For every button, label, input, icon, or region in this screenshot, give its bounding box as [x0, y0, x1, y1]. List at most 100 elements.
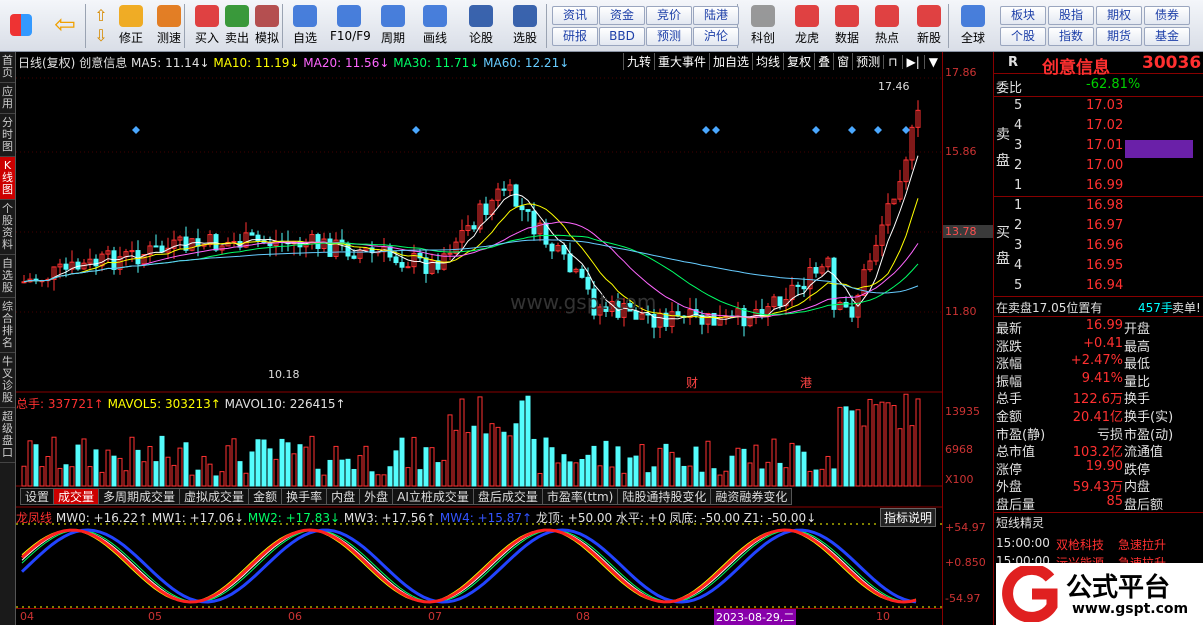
dragon-top-value: 龙顶: +50.00 — [535, 511, 613, 525]
chart-tool-3[interactable]: 均线 — [752, 53, 783, 70]
indicator-tab-3[interactable]: 虚拟成交量 — [179, 488, 250, 505]
sell-price: 17.03 — [1086, 98, 1124, 113]
back-arrow-icon[interactable]: ⇦ — [50, 2, 80, 50]
chart-tool-2[interactable]: 加自选 — [709, 53, 752, 70]
indicator-tab-8[interactable]: AI立桩成交量 — [392, 488, 474, 505]
toolbar-kechuang-button[interactable]: 科创 — [744, 2, 782, 50]
quick-button[interactable]: 陆港 — [693, 6, 739, 25]
toolbar-clock-button[interactable]: 测速 — [150, 2, 188, 50]
toolbar-star-button[interactable]: 自选 — [286, 2, 324, 50]
up-down-arrow-icon — [119, 5, 143, 27]
market-button[interactable]: 板块 — [1000, 6, 1046, 25]
volume-bar — [807, 470, 813, 487]
volume-bar — [225, 445, 231, 487]
volume-bar — [165, 456, 171, 487]
grid-menu-icon[interactable] — [6, 2, 36, 50]
axis-ind-3: -54.97 — [945, 592, 981, 605]
indicator-wave — [21, 529, 917, 603]
event-marker-finance[interactable]: 财 — [686, 374, 698, 391]
volume-bar — [315, 468, 321, 487]
quick-button[interactable]: 预测 — [646, 27, 692, 46]
indicator-help-button[interactable]: 指标说明 — [880, 508, 937, 527]
toolbar-hammer-button[interactable]: 模拟 — [248, 2, 286, 50]
volume-bar — [33, 444, 39, 487]
up-down-arrow-icon[interactable]: ⇧ ⇩ — [90, 2, 112, 50]
indicator-tab-1[interactable]: 成交量 — [53, 488, 100, 505]
quick-button[interactable]: 资金 — [599, 6, 645, 25]
toolbar-label: 画线 — [422, 31, 447, 45]
quick-button[interactable]: BBD — [599, 27, 645, 46]
chart-tool-4[interactable]: 复权 — [783, 53, 814, 70]
chart-tool-1[interactable]: 重大事件 — [654, 53, 709, 70]
toolbar-ipo-button[interactable]: 新股 — [910, 2, 948, 50]
chart-tool-7[interactable]: 预测 — [852, 53, 883, 70]
left-tab-1[interactable]: 应用 — [0, 83, 15, 114]
left-tab-3[interactable]: K线图 — [0, 157, 15, 200]
chart-tool-5[interactable]: 叠 — [814, 53, 833, 70]
toolbar-pe-button[interactable]: 数据 — [828, 2, 866, 50]
volume-bar — [795, 445, 801, 487]
volume-bar — [447, 414, 453, 487]
toolbar-select-stock-button[interactable]: 选股 — [506, 2, 544, 50]
buy-price: 16.97 — [1086, 218, 1124, 233]
toolbar-fix-button[interactable]: 修正 — [116, 2, 146, 50]
candle-body — [483, 203, 489, 215]
candle-body — [405, 266, 411, 269]
toolbar-f10-button[interactable]: F10/F9 — [330, 2, 371, 50]
indicator-tab-7[interactable]: 外盘 — [359, 488, 394, 505]
select-stock-icon — [513, 5, 537, 27]
quick-button[interactable]: 竞价 — [646, 6, 692, 25]
market-button[interactable]: 基金 — [1144, 27, 1190, 46]
left-tab-2[interactable]: 分时图 — [0, 114, 15, 157]
indicator-tab-6[interactable]: 内盘 — [326, 488, 361, 505]
stat-label-2: 最低 — [1124, 357, 1151, 373]
market-button[interactable]: 股指 — [1048, 6, 1094, 25]
quick-button[interactable]: 资讯 — [552, 6, 598, 25]
dropdown-icon[interactable]: ▼ — [923, 55, 942, 69]
toolbar-pencil-button[interactable]: 画线 — [416, 2, 454, 50]
indicator-tab-9[interactable]: 盘后成交量 — [472, 488, 543, 505]
kline-chart[interactable]: 日线(复权) 创意信息 MA5: 11.14↓ MA10: 11.19↓ MA2… — [16, 52, 942, 625]
market-button[interactable]: 指数 — [1048, 27, 1094, 46]
indicator-tab-4[interactable]: 金额 — [248, 488, 283, 505]
quick-button[interactable]: 沪伦 — [693, 27, 739, 46]
stat-row: 金额 20.41亿 换手(实) — [994, 406, 1203, 425]
volume-bar — [507, 435, 513, 487]
left-tab-5[interactable]: 自选股 — [0, 255, 15, 298]
volume-bar — [843, 406, 849, 487]
indicator-tab-11[interactable]: 陆股通持股变化 — [617, 488, 712, 505]
volume-bar — [717, 474, 723, 487]
short-line-row[interactable]: 15:00:00 双枪科技 急速拉升 — [994, 536, 1203, 555]
volume-bar — [177, 447, 183, 487]
left-tab-7[interactable]: 牛叉诊股 — [0, 353, 15, 408]
candle-body — [399, 262, 405, 268]
sell-level: 5 — [1014, 98, 1023, 113]
toolbar-comment-button[interactable]: 论股 — [462, 2, 500, 50]
event-marker-hk[interactable]: 港 — [800, 374, 812, 391]
jump-end-icon[interactable]: ▶| — [901, 55, 924, 69]
toolbar-hot-button[interactable]: 热点 — [868, 2, 906, 50]
market-button[interactable]: 期货 — [1096, 27, 1142, 46]
indicator-tab-5[interactable]: 换手率 — [281, 488, 328, 505]
quick-button[interactable]: 研报 — [552, 27, 598, 46]
candle-body — [327, 238, 333, 257]
left-tab-0[interactable]: 首页 — [0, 52, 15, 83]
chart-tool-6[interactable]: 窗 — [833, 53, 852, 70]
market-button[interactable]: 债券 — [1144, 6, 1190, 25]
left-tab-4[interactable]: 个股资料 — [0, 200, 15, 255]
chart-tool-0[interactable]: 九转 — [623, 53, 654, 70]
market-button[interactable]: 个股 — [1000, 27, 1046, 46]
indicator-tab-0[interactable]: 设置 — [20, 488, 55, 505]
left-tab-6[interactable]: 综合排名 — [0, 298, 15, 353]
indicator-tab-2[interactable]: 多周期成交量 — [98, 488, 181, 505]
indicator-tab-12[interactable]: 融资融券变化 — [710, 488, 793, 505]
pin-icon[interactable]: ⊓ — [883, 55, 901, 69]
market-button[interactable]: 期权 — [1096, 6, 1142, 25]
toolbar-dragon-button[interactable]: 龙虎 — [788, 2, 826, 50]
volume-bar — [753, 444, 759, 487]
left-tab-8[interactable]: 超级盘口 — [0, 408, 15, 463]
toolbar-period-button[interactable]: 周期 — [374, 2, 412, 50]
sell-level-row: 5 17.03 — [994, 98, 1203, 117]
toolbar-globe-button[interactable]: 全球 — [954, 2, 992, 50]
indicator-tab-10[interactable]: 市盈率(ttm) — [541, 488, 619, 505]
